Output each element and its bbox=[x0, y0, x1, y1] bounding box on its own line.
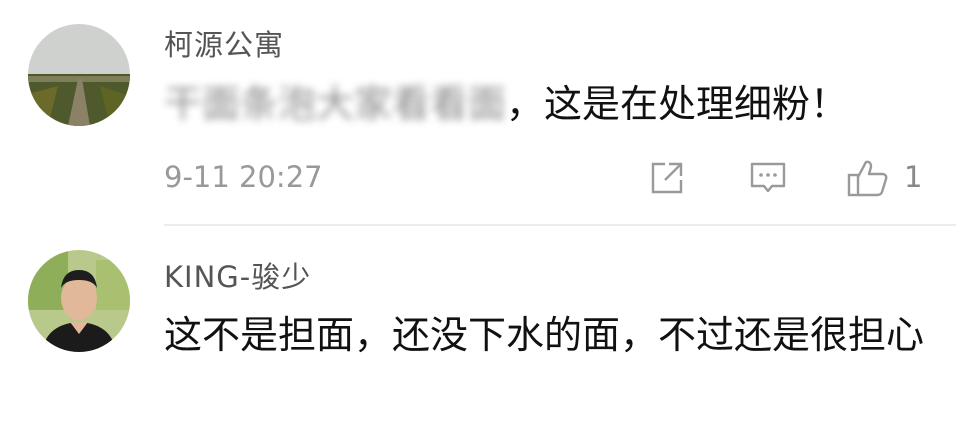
comment-item: KING-骏少 这不是担面，还没下水的面，不过还是很担心 bbox=[0, 226, 956, 429]
man-portrait-avatar-icon bbox=[28, 250, 130, 352]
comment-text: 这不是担面，还没下水的面，不过还是很担心 bbox=[164, 313, 925, 357]
blurred-text: 干面条泡大家看看面 bbox=[164, 82, 507, 126]
user-avatar[interactable] bbox=[28, 250, 130, 352]
share-icon bbox=[651, 162, 683, 194]
reply-button[interactable] bbox=[748, 158, 788, 198]
comment-text-visible: ，这是在处理细粉！ bbox=[506, 82, 849, 126]
share-button[interactable] bbox=[647, 158, 687, 198]
like-count: 1 bbox=[904, 160, 923, 194]
landscape-field-avatar-icon bbox=[28, 24, 130, 126]
username[interactable]: 柯源公寓 bbox=[164, 22, 284, 64]
comment-text: 干面条泡大家看看面，这是在处理细粉！ bbox=[164, 75, 924, 133]
like-button[interactable]: 1 bbox=[846, 158, 936, 198]
user-avatar[interactable] bbox=[28, 24, 130, 126]
username[interactable]: KING-骏少 bbox=[164, 254, 311, 296]
thumbs-up-icon bbox=[847, 160, 888, 197]
comment-icon bbox=[750, 162, 786, 193]
comment-time: 9-11 20:27 bbox=[164, 160, 323, 194]
comment-item: 柯源公寓 干面条泡大家看看面，这是在处理细粉！ 9-11 20:27 1 bbox=[0, 0, 956, 226]
